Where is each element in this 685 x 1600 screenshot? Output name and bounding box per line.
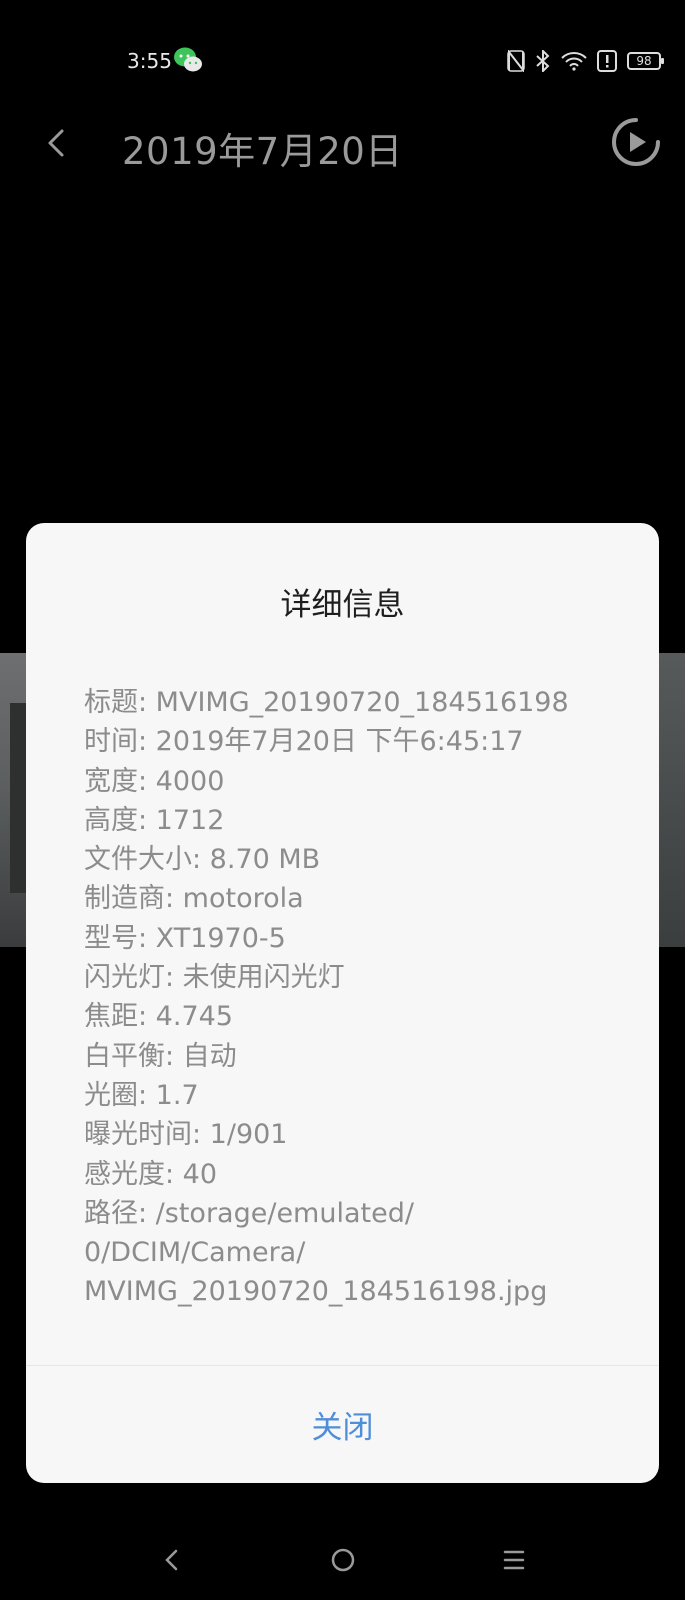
info-row-manufacturer: 制造商: motorola [84, 883, 304, 915]
page-title: 2019年7月20日 [122, 130, 403, 173]
nav-home-icon [331, 1548, 355, 1572]
path-line: MVIMG_20190720_184516198.jpg [84, 1276, 548, 1308]
details-dialog: 详细信息 标题: MVIMG_20190720_184516198 时间: 20… [26, 523, 659, 1483]
info-row-model: 型号: XT1970-5 [84, 922, 286, 954]
info-row-file-size: 文件大小: 8.70 MB [84, 844, 321, 876]
info-row-height: 高度: 1712 [84, 804, 225, 836]
battery-icon: 98 [627, 52, 664, 70]
dialog-title: 详细信息 [280, 587, 405, 623]
info-list: 标题: MVIMG_20190720_184516198 时间: 2019年7月… [84, 683, 644, 1312]
alert-icon [597, 50, 617, 72]
info-row-flash: 闪光灯: 未使用闪光灯 [84, 962, 345, 994]
bluetooth-icon [535, 50, 551, 72]
wechat-icon [173, 46, 203, 74]
info-row-white-balance: 白平衡: 自动 [84, 1040, 237, 1072]
info-row-path: 路径: /storage/emulated/ 0/DCIM/Camera/ MV… [84, 1194, 644, 1312]
navigation-bar [0, 1520, 685, 1600]
play-circle-icon [612, 118, 660, 166]
info-row-focal-length: 焦距: 4.745 [84, 1001, 233, 1033]
nav-back-button[interactable] [150, 1538, 194, 1582]
info-row-width: 宽度: 4000 [84, 765, 225, 797]
info-row-exposure-time: 曝光时间: 1/901 [84, 1119, 288, 1151]
nav-menu-icon [503, 1550, 525, 1570]
info-row-title: 标题: MVIMG_20190720_184516198 [84, 687, 569, 718]
nav-menu-button[interactable] [492, 1538, 536, 1582]
status-time: 3:55 [127, 49, 172, 73]
nfc-icon [507, 50, 525, 72]
chevron-left-icon [48, 129, 64, 157]
slideshow-button[interactable] [611, 117, 661, 167]
back-button[interactable] [40, 123, 70, 163]
close-button[interactable]: 关闭 [26, 1366, 659, 1483]
nav-back-icon [165, 1549, 178, 1571]
info-row-iso: 感光度: 40 [84, 1158, 218, 1190]
path-line: 0/DCIM/Camera/ [84, 1237, 306, 1269]
info-row-time: 时间: 2019年7月20日 下午6:45:17 [84, 726, 524, 758]
wifi-icon [561, 51, 587, 71]
nav-home-button[interactable] [321, 1538, 365, 1582]
status-bar: 3:55 98 [0, 0, 685, 120]
info-row-aperture: 光圈: 1.7 [84, 1079, 199, 1111]
path-line: 路径: /storage/emulated/ [84, 1197, 414, 1229]
top-bar: 2019年7月20日 [0, 105, 685, 185]
